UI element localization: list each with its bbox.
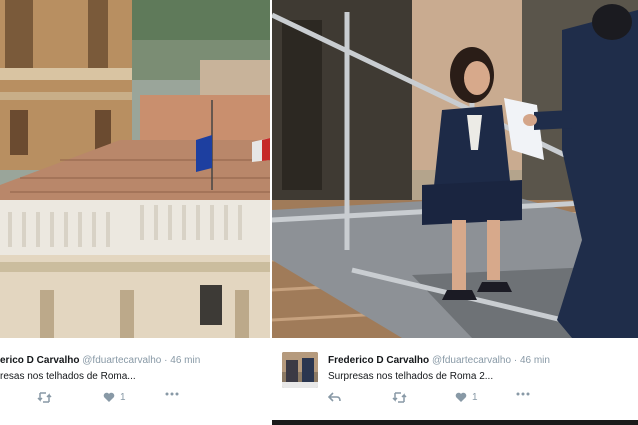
author-handle[interactable]: @fduartecarvalho xyxy=(82,355,161,366)
separator-dot: · xyxy=(513,355,518,366)
more-button[interactable] xyxy=(165,392,179,396)
retweet-icon xyxy=(392,392,407,403)
reply-icon xyxy=(328,392,341,402)
tweet-actions: 1 xyxy=(0,392,270,406)
author-avatar[interactable] xyxy=(282,352,318,388)
avatar-image xyxy=(282,352,318,388)
heart-icon xyxy=(103,392,115,402)
rome-rooftop-photo[interactable] xyxy=(0,0,270,338)
retweet-button[interactable] xyxy=(37,392,52,403)
bottom-border xyxy=(272,420,638,425)
tweet-text: resas nos telhados de Roma... xyxy=(0,371,136,382)
tweet-text: Surpresas nos telhados de Roma 2... xyxy=(328,371,494,382)
like-button[interactable]: 1 xyxy=(455,392,478,403)
separator-dot: · xyxy=(164,355,168,366)
like-count: 1 xyxy=(472,392,478,403)
reply-button[interactable] xyxy=(328,392,341,403)
more-button[interactable] xyxy=(516,392,530,396)
tweet-timestamp[interactable]: 46 min xyxy=(170,355,200,366)
more-icon xyxy=(516,392,530,396)
like-count: 1 xyxy=(120,392,126,403)
retweet-button[interactable] xyxy=(392,392,407,403)
rooftop-meeting-photo[interactable] xyxy=(272,0,638,338)
left-tweet-card: erico D Carvalho @fduartecarvalho · 46 m… xyxy=(0,0,270,425)
retweet-icon xyxy=(37,392,52,403)
like-button[interactable]: 1 xyxy=(103,392,126,403)
tweet-actions: 1 xyxy=(272,392,638,406)
more-icon xyxy=(165,392,179,396)
tweet-timestamp[interactable]: 46 min xyxy=(520,355,550,366)
author-name[interactable]: Frederico D Carvalho xyxy=(328,355,429,366)
author-name[interactable]: erico D Carvalho xyxy=(0,355,79,366)
author-handle[interactable]: @fduartecarvalho xyxy=(432,355,511,366)
tweet-header: erico D Carvalho @fduartecarvalho · 46 m… xyxy=(0,355,200,366)
tweet-header: Frederico D Carvalho @fduartecarvalho · … xyxy=(328,355,550,366)
heart-icon xyxy=(455,392,467,402)
right-tweet-card: Frederico D Carvalho @fduartecarvalho · … xyxy=(272,0,638,425)
